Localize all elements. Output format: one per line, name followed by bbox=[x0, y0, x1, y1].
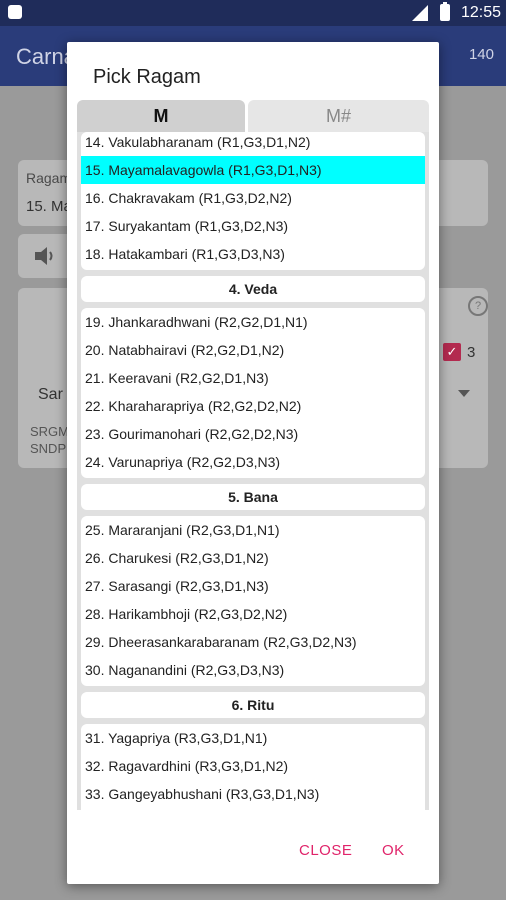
status-time: 12:55 bbox=[461, 4, 502, 21]
list-item[interactable]: 18. Hatakambari (R1,G3,D3,N3) bbox=[81, 240, 425, 268]
battery-icon bbox=[440, 2, 450, 21]
list-item[interactable]: 14. Vakulabharanam (R1,G3,D1,N2) bbox=[81, 132, 425, 156]
swara-line-2: SNDP bbox=[30, 441, 67, 456]
chakra-header: 6. Ritu bbox=[81, 692, 425, 718]
help-icon[interactable]: ? bbox=[468, 296, 488, 316]
chakra-header: 5. Bana bbox=[81, 484, 425, 510]
swara-select[interactable]: Sar bbox=[38, 386, 63, 404]
list-item[interactable]: 33. Gangeyabhushani (R3,G3,D1,N3) bbox=[81, 780, 425, 808]
ragam-group: 31. Yagapriya (R3,G3,D1,N1) 32. Ragavard… bbox=[81, 724, 425, 810]
list-item[interactable]: 20. Natabhairavi (R2,G2,D1,N2) bbox=[81, 336, 425, 364]
list-item[interactable]: 19. Jhankaradhwani (R2,G2,D1,N1) bbox=[81, 308, 425, 336]
checkbox-value: 3 bbox=[467, 344, 476, 361]
chakra-header: 4. Veda bbox=[81, 276, 425, 302]
list-item[interactable]: 27. Sarasangi (R2,G3,D1,N3) bbox=[81, 572, 425, 600]
list-item[interactable]: 23. Gourimanohari (R2,G2,D2,N3) bbox=[81, 420, 425, 448]
pick-ragam-dialog: Pick Ragam M M# 14. Vakulabharanam (R1,G… bbox=[67, 42, 439, 884]
app-count: 140 bbox=[468, 46, 494, 63]
list-item[interactable]: 28. Harikambhoji (R2,G3,D2,N2) bbox=[81, 600, 425, 628]
list-item[interactable]: 31. Yagapriya (R3,G3,D1,N1) bbox=[81, 724, 425, 752]
tab-m-sharp[interactable]: M# bbox=[248, 100, 429, 132]
list-item[interactable]: 17. Suryakantam (R1,G3,D2,N3) bbox=[81, 212, 425, 240]
checkbox[interactable]: ✓ bbox=[443, 343, 461, 361]
signal-icon bbox=[412, 5, 428, 21]
list-item[interactable]: 29. Dheerasankarabaranam (R2,G3,D2,N3) bbox=[81, 628, 425, 656]
ok-button[interactable]: OK bbox=[382, 842, 405, 859]
list-item[interactable]: 24. Varunapriya (R2,G2,D3,N3) bbox=[81, 448, 425, 476]
ragam-value: 15. Ma bbox=[26, 198, 72, 215]
list-item[interactable]: 22. Kharaharapriya (R2,G2,D2,N2) bbox=[81, 392, 425, 420]
ragam-group: 14. Vakulabharanam (R1,G3,D1,N2) 15. May… bbox=[81, 132, 425, 270]
list-item[interactable]: 25. Mararanjani (R2,G3,D1,N1) bbox=[81, 516, 425, 544]
speaker-icon bbox=[35, 247, 53, 265]
ragam-group: 25. Mararanjani (R2,G3,D1,N1) 26. Charuk… bbox=[81, 516, 425, 686]
status-bar: 12:55 bbox=[0, 0, 506, 26]
list-item-selected[interactable]: 15. Mayamalavagowla (R1,G3,D1,N3) bbox=[81, 156, 425, 184]
list-item[interactable]: 21. Keeravani (R2,G2,D1,N3) bbox=[81, 364, 425, 392]
close-button[interactable]: CLOSE bbox=[299, 842, 352, 859]
ragam-group: 19. Jhankaradhwani (R2,G2,D1,N1) 20. Nat… bbox=[81, 308, 425, 478]
list-item[interactable]: 30. Naganandini (R2,G3,D3,N3) bbox=[81, 656, 425, 684]
tab-bar: M M# bbox=[77, 100, 429, 132]
dialog-title: Pick Ragam bbox=[93, 66, 201, 88]
android-notification-icon bbox=[8, 5, 22, 19]
tab-m[interactable]: M bbox=[77, 100, 245, 132]
chevron-down-icon[interactable] bbox=[458, 390, 470, 397]
ragam-label: Ragam bbox=[26, 170, 72, 186]
list-item[interactable]: 32. Ragavardhini (R3,G3,D1,N2) bbox=[81, 752, 425, 780]
ragam-list[interactable]: 14. Vakulabharanam (R1,G3,D1,N2) 15. May… bbox=[77, 132, 429, 810]
list-item[interactable]: 16. Chakravakam (R1,G3,D2,N2) bbox=[81, 184, 425, 212]
list-item[interactable]: 26. Charukesi (R2,G3,D1,N2) bbox=[81, 544, 425, 572]
